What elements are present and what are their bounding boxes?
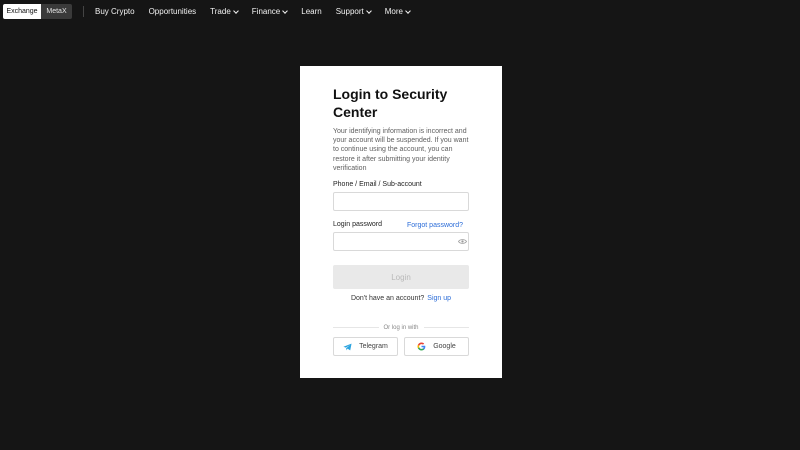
nav-support[interactable]: Support [335, 7, 372, 16]
nav-label: Trade [210, 7, 231, 16]
telegram-label: Telegram [359, 343, 388, 350]
main-nav: Buy Crypto Opportunities Trade Finance L… [95, 0, 424, 23]
top-nav-bar: Exchange MetaX Buy Crypto Opportunities … [0, 0, 800, 23]
page-title: Login to Security Center [333, 86, 448, 120]
nav-label: Finance [251, 7, 281, 16]
google-login-button[interactable]: Google [404, 337, 469, 356]
or-divider: Or log in with [333, 323, 470, 332]
product-switcher: Exchange MetaX [3, 4, 72, 19]
nav-label: More [384, 7, 403, 16]
eye-icon[interactable] [458, 238, 467, 245]
nav-buy-crypto[interactable]: Buy Crypto [95, 7, 135, 16]
nav-learn[interactable]: Learn [301, 7, 321, 16]
phone-field-label: Phone / Email / Sub-account [333, 181, 422, 188]
divider-line [333, 327, 379, 328]
warning-description: Your identifying information is incorrec… [333, 128, 469, 172]
nav-label: Opportunities [148, 7, 197, 16]
chevron-down-icon [365, 7, 372, 14]
divider-line [423, 327, 470, 328]
login-button[interactable]: Login [333, 265, 469, 289]
or-login-text: Or log in with [383, 324, 419, 331]
google-icon [417, 342, 426, 351]
tab-exchange[interactable]: Exchange [3, 4, 41, 19]
nav-trade[interactable]: Trade [210, 7, 239, 16]
password-input[interactable] [333, 232, 469, 251]
signup-link[interactable]: Sign up [427, 295, 451, 302]
login-card: Login to Security Center Your identifyin… [300, 66, 502, 378]
nav-label: Learn [301, 7, 322, 16]
signup-prompt: Don't have an account? Sign up [300, 295, 502, 302]
no-account-text: Don't have an account? [350, 295, 425, 302]
nav-more[interactable]: More [384, 7, 411, 16]
tab-metax[interactable]: MetaX [41, 4, 72, 19]
chevron-down-icon [282, 7, 289, 14]
forgot-password-link[interactable]: Forgot password? [407, 222, 463, 229]
nav-finance[interactable]: Finance [251, 7, 289, 16]
nav-opportunities[interactable]: Opportunities [149, 7, 197, 16]
nav-label: Support [335, 7, 364, 16]
nav-label: Buy Crypto [95, 7, 135, 16]
telegram-login-button[interactable]: Telegram [333, 337, 398, 356]
phone-email-input[interactable] [333, 192, 469, 211]
nav-divider [83, 6, 84, 17]
chevron-down-icon [405, 7, 411, 14]
telegram-icon [343, 343, 352, 351]
chevron-down-icon [232, 7, 239, 14]
google-label: Google [433, 343, 456, 350]
